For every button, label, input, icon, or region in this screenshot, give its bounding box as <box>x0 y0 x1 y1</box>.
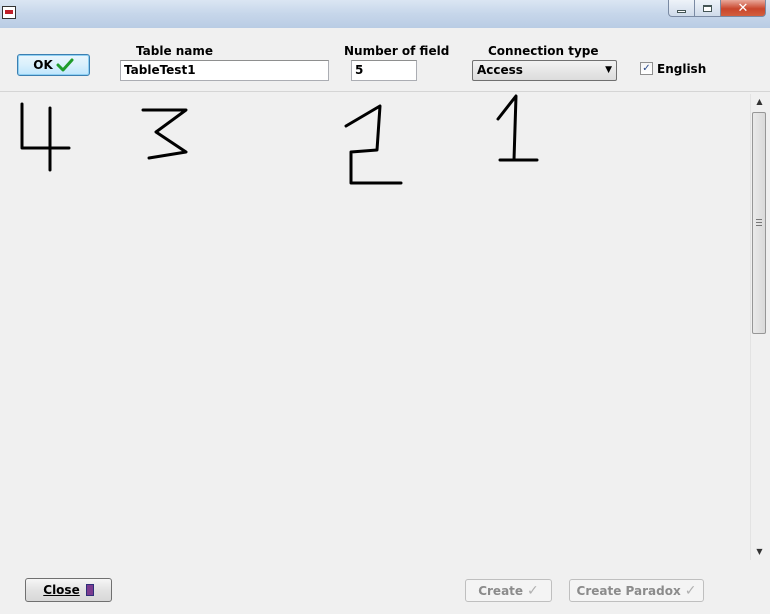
create-button-label: Create <box>478 583 524 598</box>
minimize-icon <box>677 9 686 13</box>
english-checkbox[interactable]: ✓ <box>640 62 653 75</box>
settings-panel: OK Table name TableTest1 Number of field… <box>0 28 770 92</box>
digit-3-stroke <box>141 108 188 160</box>
thumb-grip <box>756 219 762 220</box>
connection-type-value: Access <box>477 63 523 77</box>
maximize-button[interactable] <box>695 0 721 17</box>
drawing-canvas[interactable] <box>0 92 750 560</box>
thumb-grip <box>756 222 762 223</box>
connection-type-select[interactable]: Access ▼ <box>472 60 617 81</box>
maximize-icon <box>703 4 712 12</box>
scrollbar-thumb[interactable] <box>752 112 766 334</box>
digit-4-stroke <box>20 102 71 172</box>
digit-2-stroke <box>344 104 403 185</box>
table-name-input[interactable]: TableTest1 <box>120 60 329 81</box>
app-icon <box>2 6 16 19</box>
number-of-field-label: Number of field <box>344 44 450 58</box>
checkmark-icon: ✓ <box>684 582 697 599</box>
ok-button-label: OK <box>33 58 53 72</box>
digit-1-stroke <box>496 94 539 162</box>
close-button-label: Close <box>43 583 80 597</box>
table-name-label: Table name <box>136 44 214 58</box>
checkmark-icon: ✓ <box>527 582 539 599</box>
number-of-field-input[interactable]: 5 <box>351 60 417 81</box>
connection-type-label: Connection type <box>488 44 599 58</box>
english-label: English <box>657 62 707 76</box>
window-close-button[interactable]: ✕ <box>721 0 766 17</box>
thumb-grip <box>756 225 762 226</box>
minimize-button[interactable] <box>668 0 695 17</box>
scroll-up-icon[interactable]: ▲ <box>751 94 768 110</box>
window-controls: ✕ <box>668 0 766 18</box>
create-button[interactable]: Create ✓ <box>465 579 552 602</box>
close-icon: ✕ <box>737 0 749 16</box>
scroll-down-icon[interactable]: ▼ <box>751 544 768 560</box>
create-paradox-button[interactable]: Create Paradox ✓ <box>569 579 704 602</box>
dropdown-arrow-icon: ▼ <box>605 65 612 75</box>
handwriting-layer <box>20 94 539 185</box>
create-paradox-button-label: Create Paradox <box>576 583 681 598</box>
exit-door-icon <box>85 584 94 596</box>
title-bar: ✕ <box>0 0 770 29</box>
ok-button[interactable]: OK <box>17 54 90 76</box>
close-button[interactable]: Close <box>25 578 112 602</box>
green-checkmark-icon <box>56 58 74 72</box>
vertical-scrollbar[interactable]: ▲ ▼ <box>750 94 768 560</box>
